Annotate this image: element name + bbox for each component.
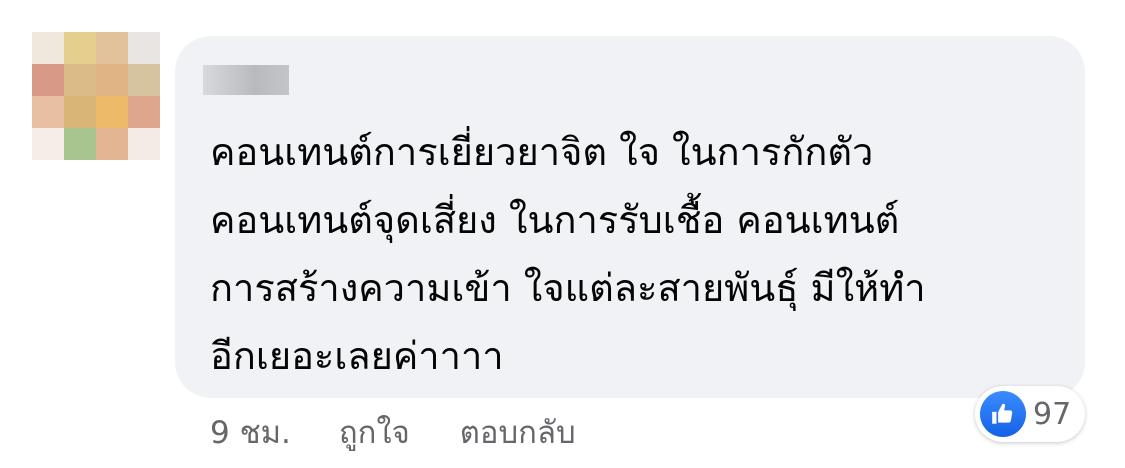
reaction-count: 97 — [1033, 396, 1072, 432]
comment-line: อีกเยอะเลยค่าาาา — [210, 334, 504, 378]
comment-line: คอนเทนต์จุดเสี่ยง ในการรับเชื้อ คอนเทนต์ — [210, 198, 900, 242]
like-button[interactable]: ถูกใจ — [339, 407, 410, 457]
avatar[interactable] — [32, 32, 160, 160]
comment-text: คอนเทนต์การเยี่ยวยาจิต ใจ ในการกักตัว คอ… — [210, 118, 1060, 390]
timestamp-link[interactable]: 9 ชม. — [210, 407, 291, 457]
comment-line: คอนเทนต์การเยี่ยวยาจิต ใจ ในการกักตัว — [210, 130, 874, 174]
comment-line: การสร้างความเข้า ใจแต่ละสายพันธุ์ มีให้ท… — [210, 266, 926, 310]
reply-button[interactable]: ตอบกลับ — [460, 407, 576, 457]
author-name-redacted[interactable] — [203, 65, 289, 95]
like-thumbs-up-icon — [980, 391, 1026, 437]
comment-item: คอนเทนต์การเยี่ยวยาจิต ใจ ในการกักตัว คอ… — [0, 0, 1125, 468]
comment-actions: 9 ชม. ถูกใจ ตอบกลับ — [210, 408, 576, 456]
reactions-summary[interactable]: 97 — [975, 386, 1085, 442]
